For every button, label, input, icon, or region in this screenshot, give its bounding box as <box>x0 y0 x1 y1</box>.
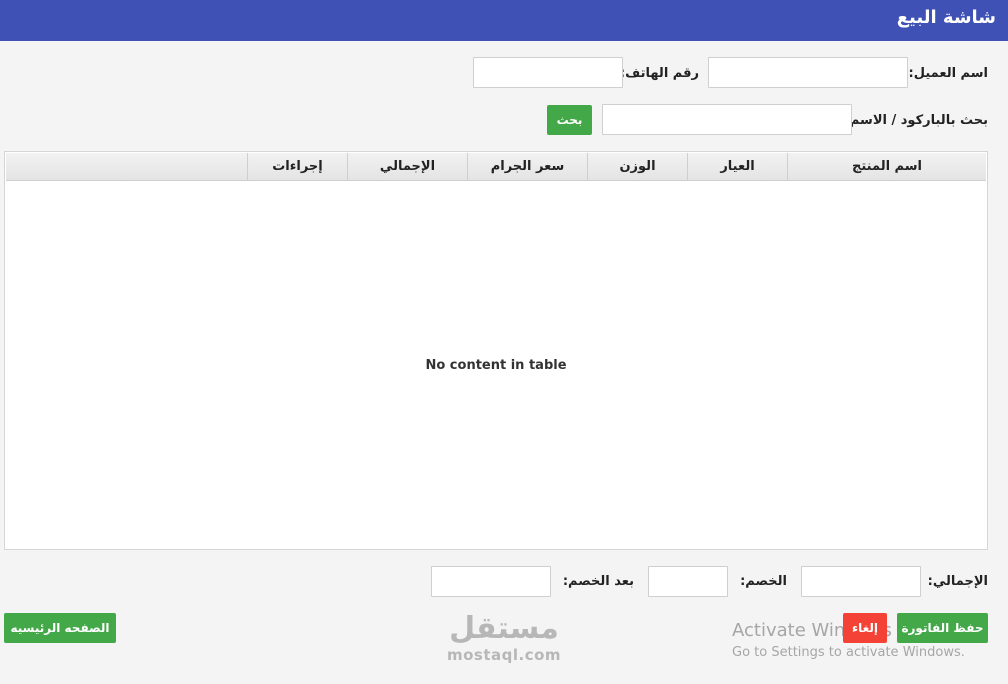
products-table: اسم المنتج العيار الوزن سعر الجرام الإجم… <box>4 151 988 550</box>
save-invoice-button[interactable]: حفظ الفاتورة <box>897 613 988 643</box>
table-header: اسم المنتج العيار الوزن سعر الجرام الإجم… <box>6 153 986 181</box>
customer-name-label: اسم العميل: <box>908 66 988 81</box>
total-input[interactable] <box>801 566 921 597</box>
column-header-total[interactable]: الإجمالي <box>347 153 467 181</box>
column-header-karat[interactable]: العيار <box>687 153 787 181</box>
phone-input[interactable] <box>473 57 623 88</box>
page-title: شاشة البيع <box>896 7 996 28</box>
home-button[interactable]: الصفحه الرئيسيه <box>4 613 116 643</box>
discount-input[interactable] <box>648 566 728 597</box>
after-discount-input[interactable] <box>431 566 551 597</box>
search-button[interactable]: بحث <box>547 105 592 135</box>
discount-label: الخصم: <box>740 574 787 589</box>
search-input[interactable] <box>602 104 852 135</box>
phone-label: رقم الهاتف: <box>619 66 699 81</box>
search-label: بحث بالباركود / الاسم: <box>844 113 988 128</box>
watermark-line-2: Go to Settings to activate Windows. <box>732 645 965 660</box>
column-header-actions[interactable]: إجراءات <box>247 153 347 181</box>
cancel-button[interactable]: إلغاء <box>843 613 887 643</box>
total-label: الإجمالي: <box>927 574 988 589</box>
table-empty-message: No content in table <box>425 358 567 373</box>
mostaql-logo: مستقل mostaql.com <box>446 611 562 665</box>
column-header-product-name[interactable]: اسم المنتج <box>787 153 986 181</box>
title-bar: شاشة البيع <box>0 0 1008 41</box>
column-header-gram-price[interactable]: سعر الجرام <box>467 153 587 181</box>
after-discount-label: بعد الخصم: <box>562 574 634 589</box>
column-header-weight[interactable]: الوزن <box>587 153 687 181</box>
customer-name-input[interactable] <box>708 57 908 88</box>
